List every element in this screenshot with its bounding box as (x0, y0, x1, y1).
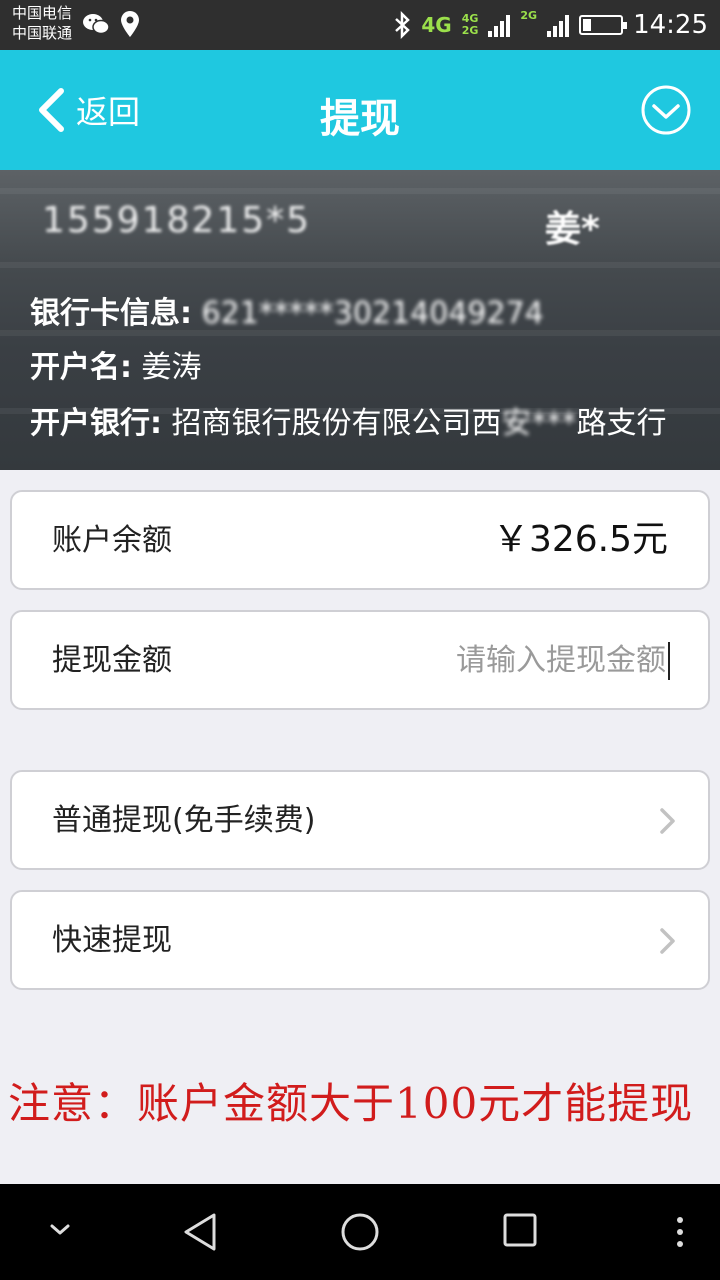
account-user-name: 姜* (545, 209, 600, 250)
more-icon[interactable] (672, 1214, 688, 1250)
wechat-icon (83, 14, 110, 35)
clock: 14:25 (633, 10, 708, 40)
chevron-right-icon (660, 808, 675, 834)
bank-value-blurred: 安*** (501, 406, 577, 441)
collapse-icon[interactable] (48, 1222, 72, 1238)
title-bar: 返回 提现 (0, 50, 720, 170)
status-bar: 中国电信 中国联通 4G 4G 2G 2G 14:25 (0, 0, 720, 50)
account-phone: 155918215*5 (42, 200, 312, 241)
home-circle-icon[interactable] (340, 1212, 380, 1252)
recents-square-icon[interactable] (502, 1212, 538, 1248)
balance-label: 账户余额 (52, 523, 172, 558)
bank-card-label: 银行卡信息: (30, 296, 192, 331)
holder-value: 姜涛 (141, 350, 202, 385)
account-info-panel: 155918215*5 姜* 银行卡信息: 621*****3021404927… (0, 170, 720, 470)
bank-value-prefix: 招商银行股份有限公司西 (171, 406, 502, 441)
carrier-1: 中国电信 (12, 4, 73, 22)
network-type-1: 4G (421, 13, 452, 37)
balance-card: 账户余额 ￥326.5元 (10, 490, 710, 590)
withdraw-amount-field[interactable]: 提现金额 请输入提现金额 (10, 610, 710, 710)
normal-withdraw-option[interactable]: 普通提现(免手续费) (10, 770, 710, 870)
fast-withdraw-label: 快速提现 (52, 923, 172, 958)
withdraw-amount-label: 提现金额 (52, 643, 172, 678)
battery-icon (579, 15, 628, 35)
network-type-2-bottom: 2G (461, 24, 479, 37)
bluetooth-icon (395, 11, 411, 39)
bank-value-suffix: 路支行 (576, 406, 667, 441)
carrier-names: 中国电信 中国联通 (12, 3, 72, 43)
normal-withdraw-label: 普通提现(免手续费) (52, 803, 316, 838)
bank-label: 开户银行: (30, 406, 162, 441)
withdraw-notice: 注意：账户金额大于100元才能提现 (8, 1079, 694, 1128)
bank-row: 开户银行: 招商银行股份有限公司西安***路支行 (30, 406, 700, 442)
status-right-group: 4G 4G 2G 2G 14:25 (393, 8, 708, 42)
carrier-2: 中国联通 (12, 24, 73, 42)
balance-value: ￥326.5元 (492, 519, 668, 560)
fast-withdraw-option[interactable]: 快速提现 (10, 890, 710, 990)
bank-card-row: 银行卡信息: 621*****30214049274 (30, 296, 700, 332)
chevron-right-icon (660, 928, 675, 954)
dropdown-circle-icon[interactable] (640, 84, 692, 136)
bank-card-value: 621*****30214049274 (201, 296, 544, 331)
withdraw-amount-input[interactable]: 请输入提现金额 (456, 642, 670, 680)
signal-icon-2 (547, 13, 570, 37)
system-nav-bar (0, 1184, 720, 1280)
back-triangle-icon[interactable] (182, 1212, 218, 1252)
holder-label: 开户名: (30, 350, 132, 385)
network-type-3: 2G (520, 9, 538, 22)
holder-row: 开户名: 姜涛 (30, 350, 700, 386)
location-icon (121, 11, 139, 37)
network-type-2: 4G 2G (462, 13, 479, 37)
signal-icon (488, 13, 511, 37)
page-title: 提现 (320, 96, 400, 142)
